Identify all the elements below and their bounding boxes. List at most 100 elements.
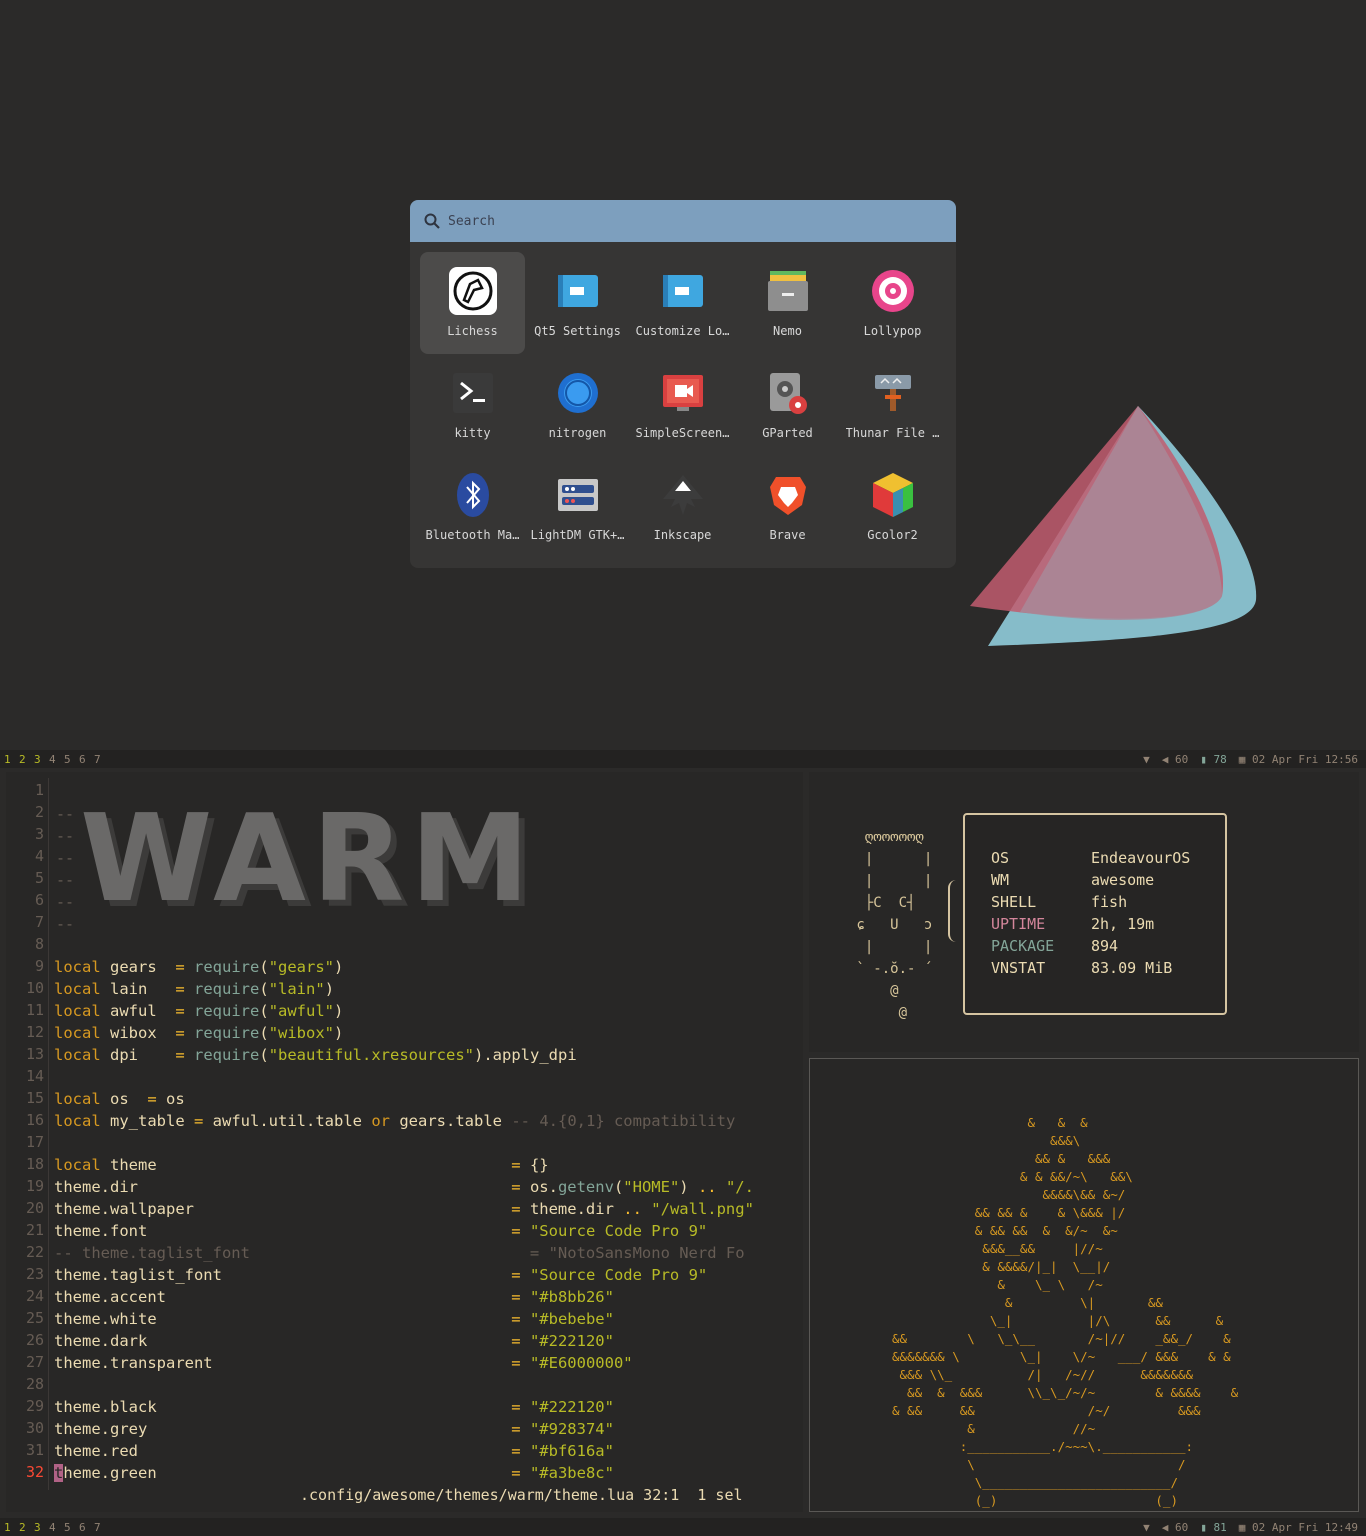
status-widgets: ▼ ◀ 60 ▮ 78 ▦ 02 Apr Fri 12:56 bbox=[1143, 753, 1366, 766]
line-number: 11 bbox=[25, 1001, 44, 1019]
clock-widget[interactable]: ▦ 02 Apr Fri 12:49 bbox=[1239, 1521, 1358, 1534]
volume-widget[interactable]: ◀ 60 bbox=[1162, 1521, 1189, 1534]
wifi-icon[interactable]: ▼ bbox=[1143, 753, 1150, 766]
app-gparted[interactable]: GParted bbox=[735, 354, 840, 456]
line-number: 24 bbox=[25, 1287, 44, 1305]
screen-recorder-icon bbox=[658, 368, 708, 418]
app-label: Bluetooth Ma… bbox=[425, 528, 520, 542]
app-label: Nemo bbox=[773, 324, 802, 338]
app-label: kitty bbox=[454, 426, 491, 440]
app-gcolor2[interactable]: Gcolor2 bbox=[840, 456, 945, 558]
line-number: 27 bbox=[25, 1353, 44, 1371]
editor-statusline: .config/awesome/themes/warm/theme.lua 32… bbox=[300, 1486, 743, 1504]
battery-icon: ▮ bbox=[1200, 752, 1214, 766]
tag-7[interactable]: 7 bbox=[94, 1521, 109, 1534]
info-key-uptime: UPTIME bbox=[991, 915, 1046, 933]
line-number: 13 bbox=[25, 1045, 44, 1063]
line-number: 29 bbox=[25, 1397, 44, 1415]
tag-4[interactable]: 4 bbox=[49, 753, 64, 766]
search-icon bbox=[424, 213, 440, 229]
search-input[interactable] bbox=[446, 212, 850, 230]
line-number: 31 bbox=[25, 1441, 44, 1459]
line-number: 23 bbox=[25, 1265, 44, 1283]
app-bluetooth-manager[interactable]: Bluetooth Ma… bbox=[420, 456, 525, 558]
info-value-wm: awesome bbox=[1091, 871, 1155, 889]
tag-1[interactable]: 1 bbox=[4, 753, 19, 766]
volume-icon: ◀ bbox=[1161, 752, 1176, 766]
tag-3[interactable]: 3 bbox=[34, 1521, 49, 1534]
app-label: Gcolor2 bbox=[867, 528, 918, 542]
tag-5[interactable]: 5 bbox=[64, 753, 79, 766]
app-kitty[interactable]: kitty bbox=[420, 354, 525, 456]
lichess-icon bbox=[448, 266, 498, 316]
line-number: 9 bbox=[34, 957, 44, 975]
line-number: 8 bbox=[34, 935, 44, 953]
app-nemo[interactable]: Nemo bbox=[735, 252, 840, 354]
taglist: 1 2 3 4 5 6 7 bbox=[0, 1521, 109, 1534]
app-label: Thunar File … bbox=[845, 426, 940, 440]
tag-3[interactable]: 3 bbox=[34, 753, 49, 766]
wifi-icon[interactable]: ▼ bbox=[1143, 1521, 1150, 1534]
line-number: 26 bbox=[25, 1331, 44, 1349]
line-number: 19 bbox=[25, 1177, 44, 1195]
line-number: 17 bbox=[25, 1133, 44, 1151]
inkscape-icon bbox=[658, 470, 708, 520]
bonsai-ascii-art: & & & &&&\ && & &&& & & &&/~\ &&\ &&&&\&… bbox=[892, 1115, 1239, 1508]
line-number: 21 bbox=[25, 1221, 44, 1239]
banner-comment-markers: -- -- -- -- -- -- bbox=[56, 805, 75, 933]
app-lightdm-settings[interactable]: LightDM GTK+… bbox=[525, 456, 630, 558]
nitrogen-icon bbox=[553, 368, 603, 418]
tag-7[interactable]: 7 bbox=[94, 753, 109, 766]
line-number: 25 bbox=[25, 1309, 44, 1327]
app-qt5-settings[interactable]: Qt5 Settings bbox=[525, 252, 630, 354]
line-number: 28 bbox=[25, 1375, 44, 1393]
warm-ascii-banner: WARM bbox=[80, 790, 536, 929]
tag-6[interactable]: 6 bbox=[79, 1521, 94, 1534]
info-value-os: EndeavourOS bbox=[1091, 849, 1191, 867]
cat-ascii-art: ღოოოოოღ | | | | ├C C┤ ɕ U ɔ | | ` -.ŏ.- … bbox=[856, 829, 933, 1021]
launcher-search-bar[interactable] bbox=[410, 200, 956, 242]
clock-widget[interactable]: ▦ 02 Apr Fri 12:56 bbox=[1239, 753, 1358, 766]
tag-2[interactable]: 2 bbox=[19, 753, 34, 766]
app-label: nitrogen bbox=[548, 426, 607, 440]
lightdm-icon bbox=[553, 470, 603, 520]
disk-partition-icon bbox=[763, 368, 813, 418]
info-key-wm: WM bbox=[991, 871, 1010, 889]
line-number: 30 bbox=[25, 1419, 44, 1437]
line-number: 2 bbox=[34, 803, 44, 821]
tag-5[interactable]: 5 bbox=[64, 1521, 79, 1534]
app-thunar[interactable]: Thunar File … bbox=[840, 354, 945, 456]
tag-4[interactable]: 4 bbox=[49, 1521, 64, 1534]
volume-icon: ◀ bbox=[1161, 1520, 1176, 1534]
status-widgets: ▼ ◀ 60 ▮ 81 ▦ 02 Apr Fri 12:49 bbox=[1143, 1521, 1366, 1534]
line-number: 10 bbox=[25, 979, 44, 997]
line-number: 22 bbox=[25, 1243, 44, 1261]
app-customize-look[interactable]: Customize Lo… bbox=[630, 252, 735, 354]
tag-2[interactable]: 2 bbox=[19, 1521, 34, 1534]
app-lollypop[interactable]: Lollypop bbox=[840, 252, 945, 354]
volume-widget[interactable]: ◀ 60 bbox=[1162, 753, 1189, 766]
brace-decoration bbox=[948, 880, 960, 942]
app-brave[interactable]: Brave bbox=[735, 456, 840, 558]
line-number: 3 bbox=[34, 825, 44, 843]
tag-6[interactable]: 6 bbox=[79, 753, 94, 766]
app-label: Lollypop bbox=[863, 324, 922, 338]
wibar-top: 1 2 3 4 5 6 7 ▼ ◀ 60 ▮ 78 ▦ 02 Apr Fri 1… bbox=[0, 750, 1366, 768]
app-simplescreenrecorder[interactable]: SimpleScreen… bbox=[630, 354, 735, 456]
tag-1[interactable]: 1 bbox=[4, 1521, 19, 1534]
code-content: local gears = require("gears") local lai… bbox=[54, 958, 754, 1482]
line-number: 5 bbox=[34, 869, 44, 887]
app-label: LightDM GTK+… bbox=[530, 528, 625, 542]
battery-widget: ▮ 78 bbox=[1200, 752, 1227, 766]
info-key-shell: SHELL bbox=[991, 893, 1037, 911]
app-nitrogen[interactable]: nitrogen bbox=[525, 354, 630, 456]
current-line-number: 32 bbox=[25, 1463, 44, 1481]
settings-window-icon bbox=[658, 266, 708, 316]
line-number: 7 bbox=[34, 913, 44, 931]
file-cabinet-icon bbox=[763, 266, 813, 316]
color-cube-icon bbox=[868, 470, 918, 520]
app-lichess[interactable]: Lichess bbox=[420, 252, 525, 354]
brave-icon bbox=[763, 470, 813, 520]
app-inkscape[interactable]: Inkscape bbox=[630, 456, 735, 558]
calendar-icon: ▦ bbox=[1238, 1520, 1253, 1534]
